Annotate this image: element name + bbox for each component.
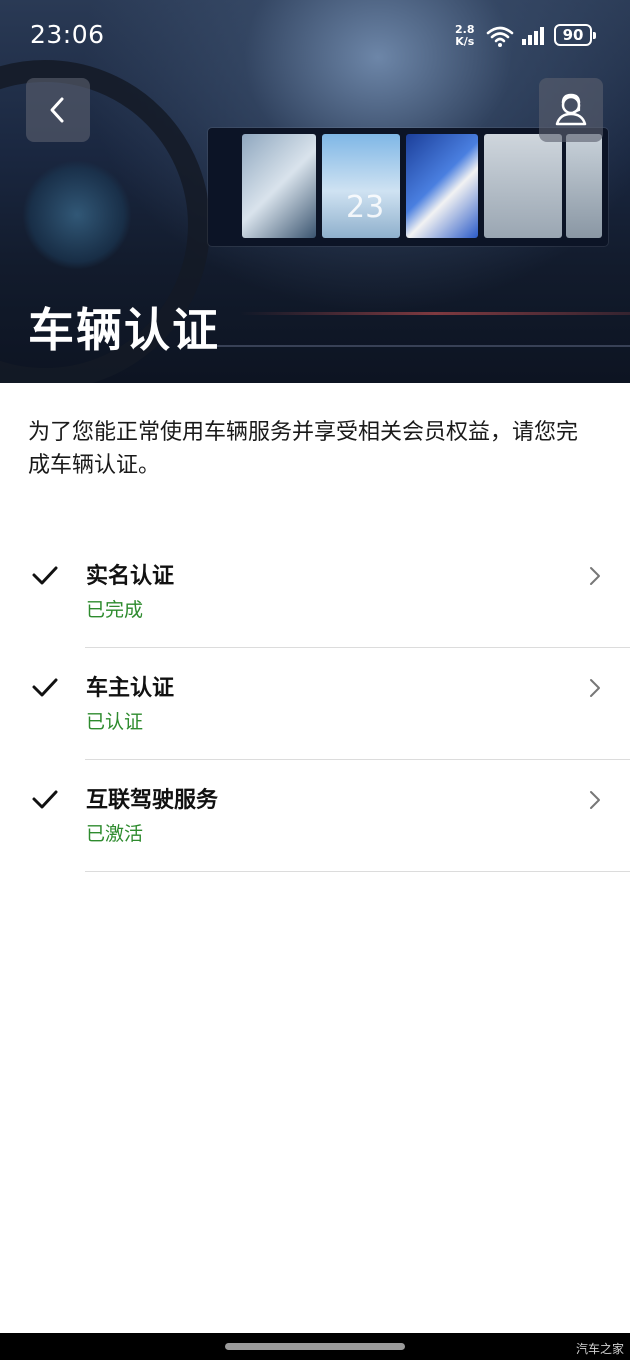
ambient-light-stripe bbox=[200, 345, 630, 347]
network-speed: 2.8 K/s bbox=[455, 24, 475, 48]
step-real-name-verification[interactable]: 实名认证 已完成 bbox=[0, 536, 630, 648]
dashboard-tile bbox=[406, 134, 478, 238]
wifi-icon bbox=[486, 26, 514, 47]
dashboard-screen-graphic: 23 bbox=[208, 128, 608, 246]
network-speed-unit: K/s bbox=[455, 35, 475, 48]
customer-service-button[interactable] bbox=[539, 78, 603, 142]
battery-indicator: 90 bbox=[554, 24, 596, 46]
verification-steps-list: 实名认证 已完成 车主认证 已认证 互联驾驶服务 已激活 bbox=[0, 536, 630, 872]
ambient-light-stripe bbox=[240, 312, 630, 315]
divider bbox=[85, 871, 630, 872]
checkmark-icon bbox=[32, 790, 58, 809]
chevron-right-icon bbox=[590, 567, 600, 585]
step-title: 互联驾驶服务 bbox=[86, 788, 219, 813]
back-button[interactable] bbox=[26, 78, 90, 142]
dashboard-temperature: 23 bbox=[346, 190, 385, 225]
status-time: 23:06 bbox=[30, 20, 105, 49]
customer-service-icon bbox=[555, 93, 587, 126]
chevron-left-icon bbox=[50, 97, 64, 123]
watermark: 汽车之家 bbox=[575, 1342, 624, 1356]
step-owner-verification[interactable]: 车主认证 已认证 bbox=[0, 648, 630, 760]
status-bar: 23:06 2.8 K/s 90 bbox=[0, 0, 630, 70]
checkmark-icon bbox=[32, 566, 58, 585]
dashboard-tile bbox=[566, 134, 602, 238]
page-title: 车辆认证 bbox=[28, 303, 220, 357]
step-title: 车主认证 bbox=[86, 676, 175, 701]
dashboard-tile bbox=[242, 134, 316, 238]
intro-text: 为了您能正常使用车辆服务并享受相关会员权益，请您完成车辆认证。 bbox=[28, 420, 579, 478]
step-status: 已激活 bbox=[86, 823, 144, 845]
chevron-right-icon bbox=[590, 679, 600, 697]
dashboard-tile bbox=[484, 134, 562, 238]
chevron-right-icon bbox=[590, 791, 600, 809]
checkmark-icon bbox=[32, 678, 58, 697]
step-connected-drive-service[interactable]: 互联驾驶服务 已激活 bbox=[0, 760, 630, 872]
instrument-cluster-graphic bbox=[22, 160, 132, 270]
step-title: 实名认证 bbox=[86, 564, 175, 589]
step-status: 已认证 bbox=[86, 711, 144, 733]
cellular-signal-icon bbox=[522, 27, 544, 45]
home-indicator[interactable] bbox=[225, 1343, 405, 1350]
step-status: 已完成 bbox=[86, 599, 144, 621]
